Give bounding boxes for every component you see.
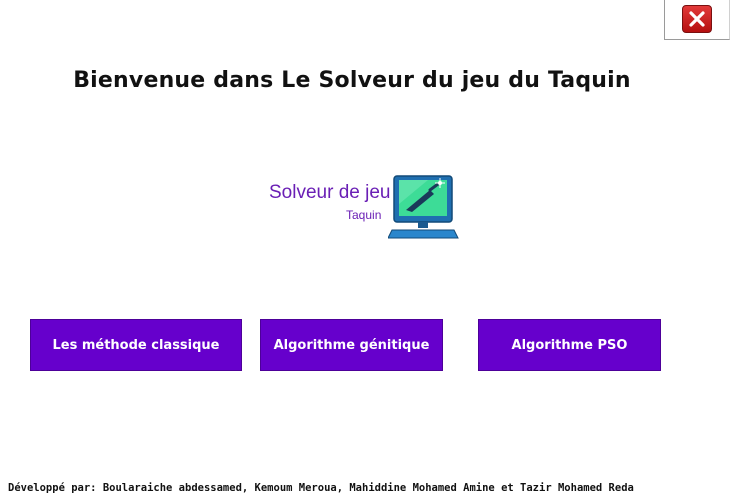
app-logo: Solveur de jeu Taquin bbox=[266, 172, 466, 242]
classic-methods-label: Les méthode classique bbox=[52, 337, 220, 353]
computer-icon bbox=[388, 175, 459, 239]
close-button[interactable] bbox=[682, 5, 712, 33]
logo-subtitle: Taquin bbox=[346, 208, 382, 222]
page-title: Bienvenue dans Le Solveur du jeu du Taqu… bbox=[73, 68, 631, 93]
genetic-algorithm-label: Algorithme génitique bbox=[273, 337, 430, 353]
classic-methods-button[interactable]: Les méthode classique bbox=[30, 319, 242, 371]
close-icon bbox=[689, 11, 705, 27]
footer-credits: Développé par: Boularaiche abdessamed, K… bbox=[8, 482, 634, 494]
logo-title: Solveur de jeu bbox=[269, 182, 391, 203]
pso-algorithm-button[interactable]: Algorithme PSO bbox=[478, 319, 661, 371]
genetic-algorithm-button[interactable]: Algorithme génitique bbox=[260, 319, 443, 371]
pso-algorithm-label: Algorithme PSO bbox=[511, 337, 628, 353]
close-box bbox=[664, 0, 730, 40]
